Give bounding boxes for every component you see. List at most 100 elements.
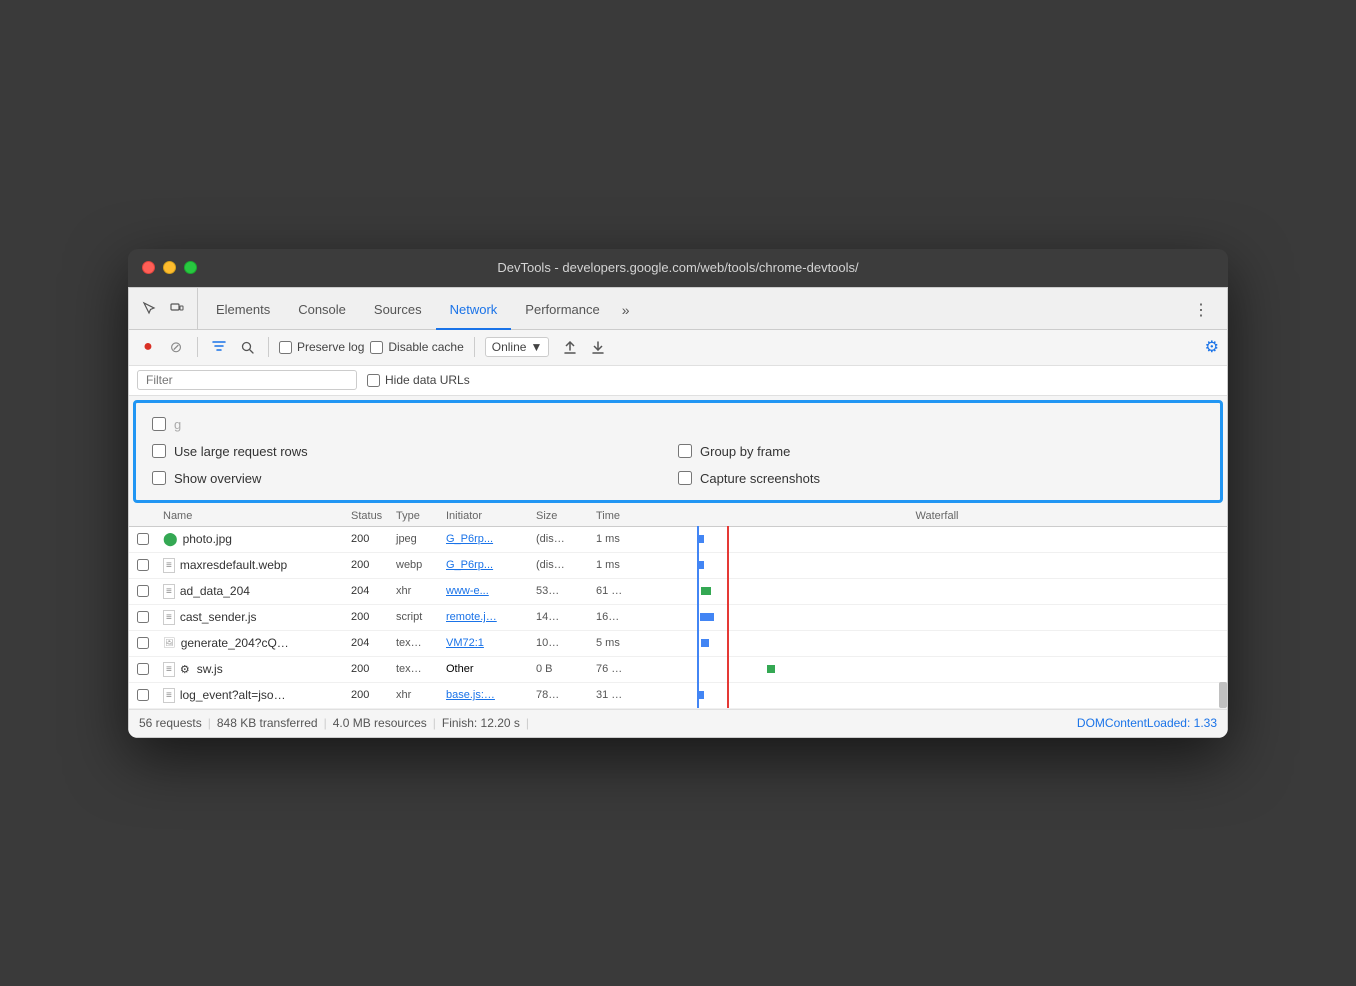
waterfall-line-red [727,604,729,630]
requests-count: 56 requests [139,716,202,730]
close-button[interactable] [142,261,155,274]
row-type: script [392,611,442,623]
maximize-button[interactable] [184,261,197,274]
row-name: ≡ cast_sender.js [157,610,347,625]
waterfall-bar-green [767,665,775,673]
waterfall-line-red [727,630,729,656]
row-initiator: www-e... [442,585,532,597]
group-by-frame-checkbox[interactable] [678,444,692,458]
toolbar-separator-2 [268,337,269,357]
chrome-icon: ⬤ [163,531,178,547]
row-time: 5 ms [592,637,647,649]
row-checkbox[interactable] [137,533,149,545]
col-name-header: Name [157,510,347,522]
file-icon: ≡ [163,558,175,573]
row-checkbox[interactable] [137,637,149,649]
table-row[interactable]: ≡ ⚙ sw.js 200 tex… Other 0 B 76 … [129,657,1227,683]
devtools-menu-button[interactable]: ⋮ [1183,291,1219,329]
settings-gear-icon[interactable]: ⚙ [1205,337,1219,357]
device-toolbar-icon[interactable] [165,296,189,320]
dom-content-loaded: DOMContentLoaded: 1.33 [1077,716,1217,730]
row-status: 204 [347,637,392,649]
use-large-rows-checkbox[interactable] [152,444,166,458]
tab-network[interactable]: Network [436,292,512,330]
row-waterfall [647,552,1227,578]
col-waterfall-header: Waterfall [647,510,1227,522]
row-initiator: G_P6rp... [442,559,532,571]
search-icon[interactable] [236,336,258,358]
minimize-button[interactable] [163,261,176,274]
disable-cache-label[interactable]: Disable cache [370,340,463,354]
waterfall-line-blue [697,578,699,604]
record-button[interactable]: ● [137,336,159,358]
row-checkbox[interactable] [137,689,149,701]
show-overview-checkbox[interactable] [152,471,166,485]
row-checkbox[interactable] [137,559,149,571]
row-time: 76 … [592,663,647,675]
waterfall-line-red [727,552,729,578]
row-waterfall [647,682,1227,708]
row-checkbox[interactable] [137,663,149,675]
row-status: 200 [347,533,392,545]
row-name: 🖼 generate_204?cQ… [157,636,347,650]
gear-icon: ⚙ [180,663,190,676]
row-type: jpeg [392,533,442,545]
row-checkbox[interactable] [137,611,149,623]
row-time: 1 ms [592,533,647,545]
settings-row-1: Use large request rows Group by frame [136,438,1220,465]
row-checkbox[interactable] [137,585,149,597]
file-icon: ≡ [163,662,175,677]
tab-performance[interactable]: Performance [511,292,613,330]
upload-icon[interactable] [559,336,581,358]
preserve-log-label[interactable]: Preserve log [279,340,364,354]
tab-console[interactable]: Console [284,292,360,330]
waterfall-line-red [727,578,729,604]
row-name: ≡ ⚙ sw.js [157,662,347,677]
partial-checkbox[interactable] [152,417,166,431]
capture-screenshots-checkbox[interactable] [678,471,692,485]
filter-input[interactable] [137,370,357,390]
row-waterfall [647,526,1227,552]
scrollbar-thumb[interactable] [1219,682,1227,708]
network-table: ⬤ photo.jpg 200 jpeg G_P6rp... (dis… 1 m… [129,527,1227,709]
settings-top-row: g [136,411,1220,438]
row-name: ≡ ad_data_204 [157,584,347,599]
download-icon[interactable] [587,336,609,358]
disable-cache-checkbox[interactable] [370,341,383,354]
clear-button[interactable]: ⊘ [165,336,187,358]
row-initiator: G_P6rp... [442,533,532,545]
col-type-header: Type [392,510,442,522]
tabs-bar: Elements Console Sources Network Perform… [129,288,1227,330]
filter-bar: Hide data URLs [129,366,1227,396]
inspect-icon[interactable] [137,296,161,320]
preserve-log-checkbox[interactable] [279,341,292,354]
row-size: (dis… [532,559,592,571]
row-status: 200 [347,663,392,675]
waterfall-line-red [727,682,729,708]
waterfall-line-blue [697,656,699,682]
hide-data-urls-checkbox[interactable] [367,374,380,387]
table-row[interactable]: 🖼 generate_204?cQ… 204 tex… VM72:1 10… 5… [129,631,1227,657]
col-status-header: Status [347,510,392,522]
image-icon: 🖼 [163,638,176,649]
table-row[interactable]: ≡ ad_data_204 204 xhr www-e... 53… 61 … [129,579,1227,605]
use-large-rows-option: Use large request rows [152,444,678,459]
toolbar-separator-1 [197,337,198,357]
row-status: 204 [347,585,392,597]
hide-data-urls-label[interactable]: Hide data URLs [367,373,470,387]
table-row[interactable]: ⬤ photo.jpg 200 jpeg G_P6rp... (dis… 1 m… [129,527,1227,553]
tab-sources[interactable]: Sources [360,292,436,330]
table-row[interactable]: ≡ log_event?alt=jso… 200 xhr base.js:… 7… [129,683,1227,709]
waterfall-bar-blue [699,535,704,543]
file-icon: ≡ [163,688,175,703]
tab-elements[interactable]: Elements [202,292,284,330]
more-tabs-button[interactable]: » [614,291,638,329]
table-row[interactable]: ≡ cast_sender.js 200 script remote.j… 14… [129,605,1227,631]
throttle-select[interactable]: Online ▼ [485,337,550,357]
table-header: Name Status Type Initiator Size Time Wat… [129,507,1227,527]
filter-icon[interactable] [208,336,230,358]
resources-size: 4.0 MB resources [333,716,427,730]
row-waterfall [647,578,1227,604]
table-row[interactable]: ≡ maxresdefault.webp 200 webp G_P6rp... … [129,553,1227,579]
row-time: 1 ms [592,559,647,571]
